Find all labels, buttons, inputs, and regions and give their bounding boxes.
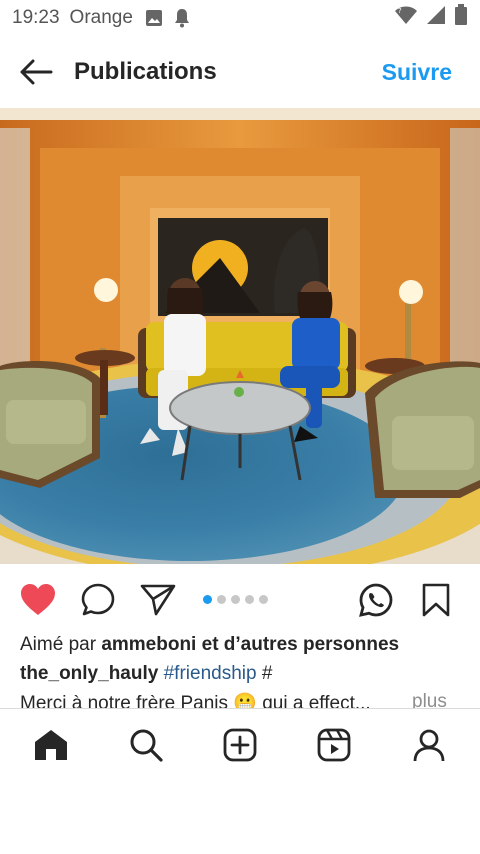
profile-icon: [413, 729, 445, 762]
caption-username[interactable]: the_only_hauly: [20, 663, 158, 684]
create-icon: [223, 728, 257, 762]
page-title: Publications: [74, 58, 217, 85]
header: Publications Suivre: [0, 36, 480, 108]
back-button[interactable]: [16, 52, 56, 92]
likes-line[interactable]: Aimé par ammeboni et d’autres personnes: [20, 634, 399, 656]
svg-text:?: ?: [398, 7, 402, 15]
status-carrier: Orange: [69, 7, 133, 28]
carousel-dot: [231, 595, 240, 604]
carousel-dot-active: [203, 595, 212, 604]
comment-button[interactable]: [80, 582, 116, 618]
follow-button[interactable]: Suivre: [382, 59, 464, 86]
reels-icon: [317, 728, 351, 762]
likes-suffix: et d’autres personnes: [196, 634, 400, 655]
image-icon: [145, 9, 163, 27]
status-time: 19:23: [12, 7, 60, 28]
caption-after-hashtag: #: [256, 663, 273, 684]
nav-home[interactable]: [27, 721, 75, 769]
search-icon: [130, 729, 163, 762]
whatsapp-button[interactable]: [358, 582, 394, 618]
status-bar: 19:23 Orange ?: [0, 0, 480, 36]
notification-bell-icon: [173, 8, 191, 28]
share-button[interactable]: [140, 582, 176, 618]
share-icon: [140, 584, 176, 616]
like-button[interactable]: [20, 582, 56, 618]
carousel-dot: [259, 595, 268, 604]
caption: the_only_hauly #friendship #: [20, 663, 272, 685]
caption-text: Merci à notre frère Panis 😬 qui a effect…: [20, 691, 460, 709]
bookmark-icon: [422, 583, 450, 617]
more-link[interactable]: plus: [412, 691, 447, 709]
bottom-nav: [0, 709, 480, 781]
nav-reels[interactable]: [310, 721, 358, 769]
caption-line: Merci à notre frère Panis 😬 qui a effect…: [20, 693, 371, 709]
nav-profile[interactable]: [405, 721, 453, 769]
carousel-dot: [217, 595, 226, 604]
post-image[interactable]: [0, 108, 480, 564]
nav-create[interactable]: [216, 721, 264, 769]
save-button[interactable]: [418, 582, 454, 618]
signal-icon: [426, 5, 446, 31]
whatsapp-icon: [359, 583, 393, 617]
home-icon: [35, 730, 68, 760]
battery-icon: [454, 4, 468, 32]
wifi-icon: ?: [394, 5, 418, 31]
heart-icon: [21, 584, 55, 615]
caption-hashtag[interactable]: #friendship: [164, 663, 257, 684]
carousel-dot: [245, 595, 254, 604]
carousel-indicator: [203, 595, 268, 604]
nav-search[interactable]: [122, 721, 170, 769]
arrow-left-icon: [20, 59, 53, 85]
likes-prefix: Aimé par: [20, 634, 102, 655]
comment-icon: [81, 583, 115, 616]
likes-user[interactable]: ammeboni: [101, 634, 196, 655]
